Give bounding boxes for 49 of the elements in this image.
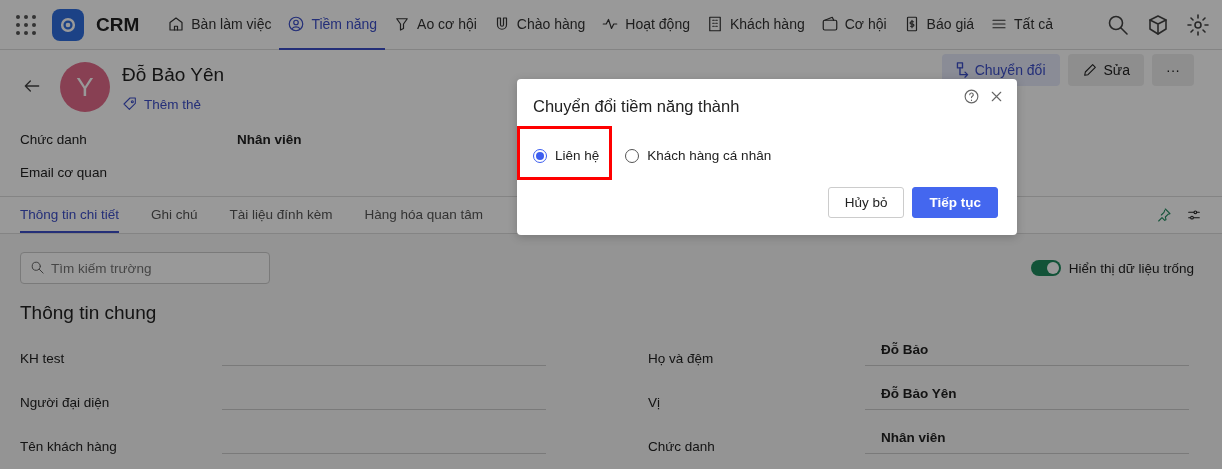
field-input[interactable]: Nhân viên <box>865 410 1189 454</box>
field-input[interactable]: Đỗ Bảo <box>865 322 1189 366</box>
nav-item[interactable]: Khách hàng <box>697 0 813 50</box>
field-label: Chức danh <box>20 132 88 147</box>
field-value: Nhân viên <box>237 132 303 147</box>
toggle-label: Hiển thị dữ liệu trống <box>1068 260 1194 276</box>
nav-item[interactable]: Chào hàng <box>484 0 594 50</box>
field-label: Vị <box>648 393 661 412</box>
app-name: CRM <box>96 13 140 36</box>
tab[interactable]: Hàng hóa quan tâm <box>364 197 483 233</box>
pin-icon <box>1156 207 1172 223</box>
tab[interactable]: Tài liệu đính kèm <box>229 197 333 233</box>
field-label: KH test <box>20 349 66 368</box>
person-circle-icon <box>287 14 306 33</box>
field-label: Chức danh <box>648 437 716 456</box>
continue-button[interactable]: Tiếp tục <box>912 187 998 218</box>
avatar: Y <box>60 62 110 112</box>
nav-item[interactable]: Bàn làm việc <box>159 0 280 50</box>
dialog-title: Chuyển đổi tiềm năng thành <box>533 97 741 116</box>
field-input[interactable]: Đỗ Bảo Yên <box>865 366 1189 410</box>
edit-button[interactable]: Sửa <box>1067 54 1144 86</box>
field-label: Tên khách hàng <box>20 437 118 456</box>
pencil-icon <box>1081 62 1098 78</box>
wallet-icon <box>820 14 839 33</box>
convert-icon <box>955 62 969 78</box>
field-label: Họ và đệm <box>648 349 715 368</box>
search-field[interactable]: Tìm kiếm trường <box>20 252 270 284</box>
field-label: Người đại diện <box>20 393 111 412</box>
nav-item[interactable]: Hoạt động <box>593 0 698 50</box>
nav-item[interactable]: Tất cả <box>982 0 1061 50</box>
radio-option[interactable]: Liên hệ <box>533 148 600 163</box>
help-icon <box>963 88 980 105</box>
tag-icon <box>122 96 138 112</box>
field-label: Email cơ quan <box>20 165 108 180</box>
nav-item[interactable]: Báo giá <box>894 0 983 50</box>
nav-item[interactable]: Ao cơ hội <box>385 0 485 50</box>
section-title: Thông tin chung <box>20 302 158 324</box>
nav-item[interactable]: Tiềm năng <box>279 0 386 50</box>
search-icon <box>30 260 45 275</box>
cancel-button[interactable]: Hủy bỏ <box>827 187 905 218</box>
radio-option[interactable]: Khách hàng cá nhân <box>625 148 772 163</box>
more-button[interactable]: ··· <box>1152 54 1194 86</box>
add-tag-link[interactable]: Thêm thẻ <box>122 96 225 112</box>
tab[interactable]: Ghi chú <box>151 197 198 233</box>
cube-icon <box>1146 12 1170 37</box>
nav-item[interactable]: Cơ hội <box>812 0 895 50</box>
apps-icon[interactable] <box>16 14 36 35</box>
toggle-switch[interactable] <box>1030 260 1061 276</box>
record-name: Đỗ Bảo Yên <box>122 64 225 86</box>
